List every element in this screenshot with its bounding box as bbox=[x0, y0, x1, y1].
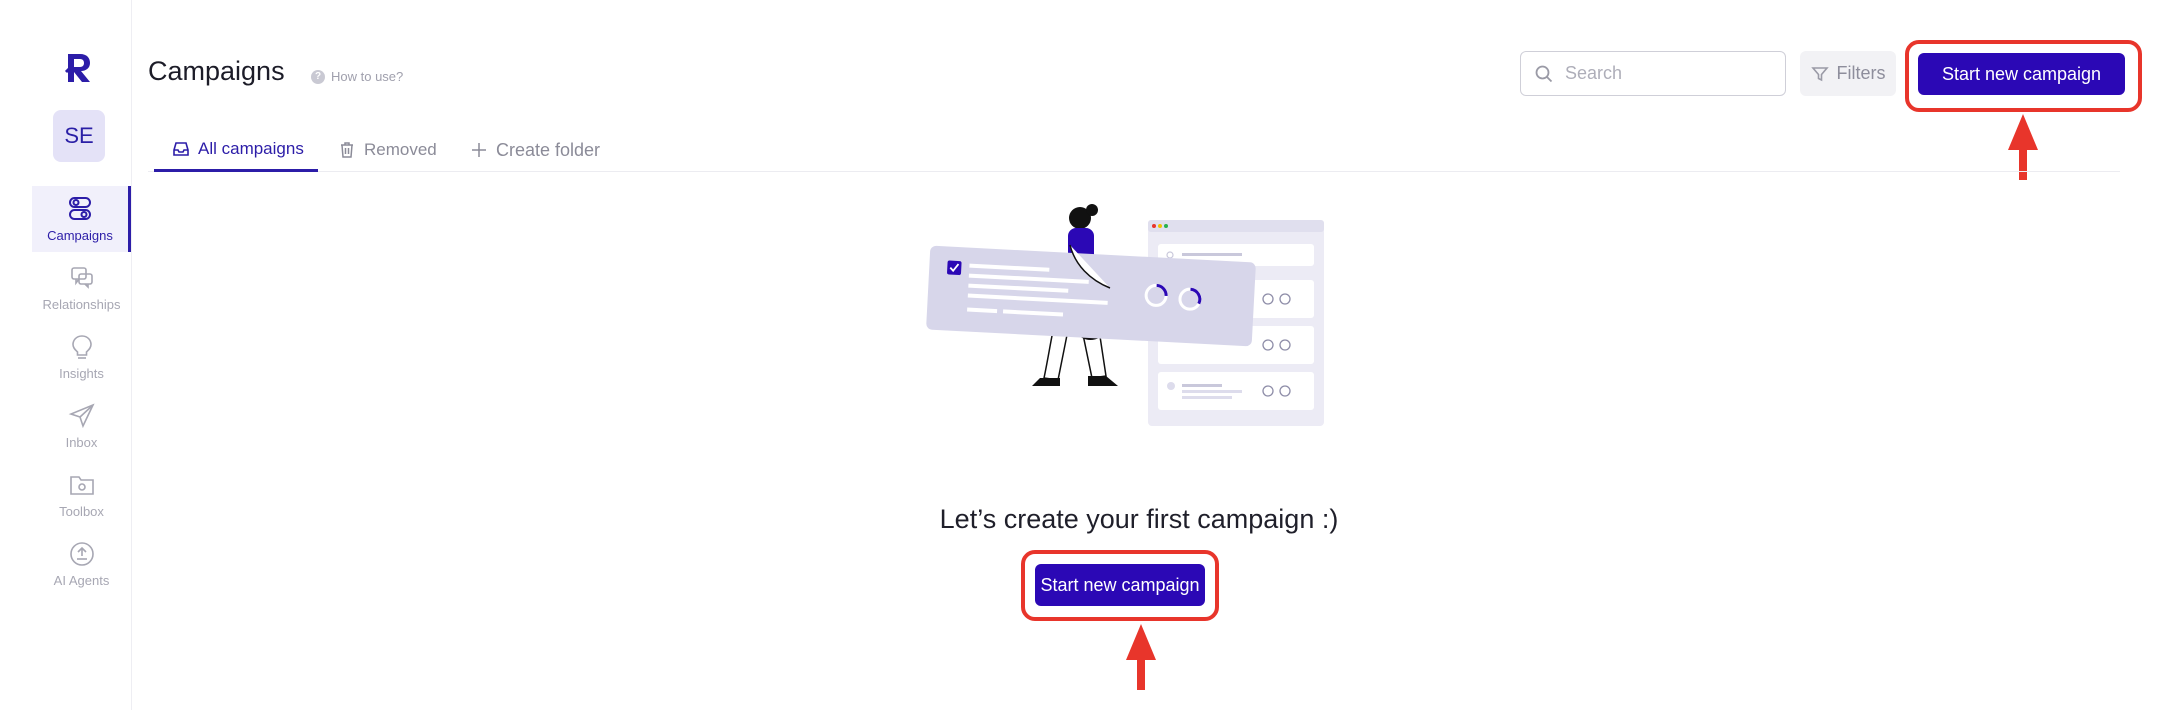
sidebar-item-label: Campaigns bbox=[47, 228, 113, 243]
search-box[interactable] bbox=[1520, 51, 1786, 96]
chat-bubbles-icon bbox=[70, 267, 93, 289]
empty-state-title: Let’s create your first campaign :) bbox=[939, 504, 1339, 534]
tab-create-folder[interactable]: Create folder bbox=[470, 128, 600, 172]
filters-button[interactable]: Filters bbox=[1800, 51, 1896, 96]
highlight-box-top bbox=[1905, 40, 2142, 112]
logo-icon[interactable] bbox=[64, 50, 94, 86]
avatar[interactable]: SE bbox=[53, 110, 105, 162]
sidebar-item-relationships[interactable]: Relationships bbox=[32, 255, 131, 321]
question-icon: ? bbox=[311, 69, 325, 84]
how-to-use-label: How to use? bbox=[331, 69, 404, 84]
plus-icon bbox=[472, 143, 486, 157]
lightbulb-icon bbox=[71, 335, 92, 359]
inbox-tray-icon bbox=[173, 141, 189, 156]
sidebar-item-campaigns[interactable]: Campaigns bbox=[32, 186, 131, 252]
trash-icon bbox=[341, 142, 353, 158]
tab-label: All campaigns bbox=[198, 138, 304, 158]
page-title: Campaigns bbox=[148, 56, 285, 86]
sidebar-item-ai-agents[interactable]: AI Agents bbox=[32, 531, 131, 597]
highlight-box-center bbox=[1021, 550, 1219, 621]
empty-state-illustration bbox=[926, 204, 1324, 426]
sidebar-item-label: AI Agents bbox=[53, 573, 110, 588]
tabs-divider bbox=[148, 171, 2120, 172]
tab-label: Removed bbox=[364, 140, 437, 159]
tab-removed[interactable]: Removed bbox=[338, 128, 437, 172]
sidebar-item-label: Relationships bbox=[42, 297, 121, 312]
send-icon bbox=[68, 403, 95, 429]
filter-icon bbox=[1810, 66, 1829, 81]
arrow-up-icon bbox=[1126, 624, 1156, 690]
sidebar-item-inbox[interactable]: Inbox bbox=[32, 393, 131, 459]
search-icon bbox=[1535, 65, 1553, 82]
tab-label: Create folder bbox=[496, 139, 601, 160]
how-to-use-link[interactable]: ? How to use? bbox=[311, 69, 403, 84]
avatar-initials: SE bbox=[64, 123, 94, 148]
ai-agent-icon bbox=[69, 542, 94, 566]
sidebar: SE Campaigns Relationships Insights Inbo… bbox=[0, 0, 132, 710]
sidebar-item-label: Insights bbox=[59, 366, 104, 381]
folder-gear-icon bbox=[69, 476, 94, 495]
sidebar-item-label: Inbox bbox=[65, 435, 98, 450]
search-input[interactable] bbox=[1565, 63, 1755, 84]
sidebar-item-insights[interactable]: Insights bbox=[32, 324, 131, 390]
filters-label: Filters bbox=[1836, 63, 1886, 83]
tab-all-campaigns[interactable]: All campaigns bbox=[154, 128, 318, 172]
campaigns-icon bbox=[69, 197, 91, 220]
